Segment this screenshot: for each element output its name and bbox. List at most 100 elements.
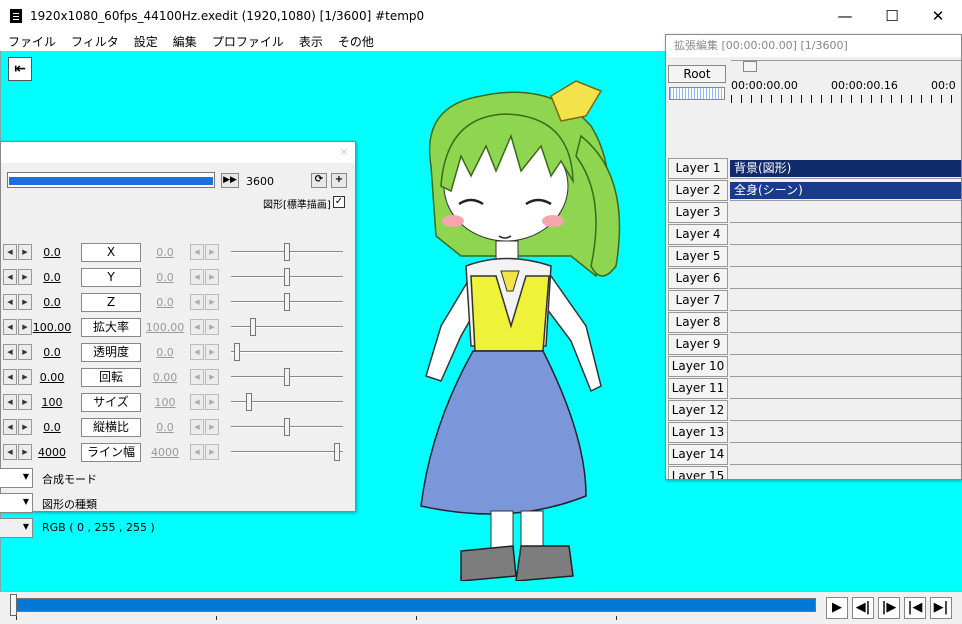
end-decrement-arrow[interactable]: ◀ bbox=[190, 319, 204, 335]
param-name-button[interactable]: 縦横比 bbox=[81, 418, 141, 437]
decrement-arrow[interactable]: ◀ bbox=[3, 294, 17, 310]
to-start-button[interactable]: |◀ bbox=[904, 597, 926, 619]
param-slider-thumb[interactable] bbox=[284, 418, 290, 436]
param-slider-thumb[interactable] bbox=[284, 293, 290, 311]
increment-arrow[interactable]: ▶ bbox=[18, 319, 32, 335]
layer-lane[interactable] bbox=[730, 378, 961, 399]
param-end-value[interactable]: 0.0 bbox=[145, 421, 185, 434]
param-start-value[interactable]: 0.0 bbox=[31, 421, 73, 434]
param-slider-thumb[interactable] bbox=[284, 268, 290, 286]
param-slider-track[interactable] bbox=[231, 351, 343, 353]
layer-lane[interactable] bbox=[730, 268, 961, 289]
end-decrement-arrow[interactable]: ◀ bbox=[190, 244, 204, 260]
fast-forward-button[interactable]: ▶▶ bbox=[221, 173, 239, 188]
param-slider-thumb[interactable] bbox=[284, 243, 290, 261]
layer-button[interactable]: Layer 10 bbox=[668, 356, 728, 377]
increment-arrow[interactable]: ▶ bbox=[18, 444, 32, 460]
decrement-arrow[interactable]: ◀ bbox=[3, 319, 17, 335]
timeline-scroll-thumb[interactable] bbox=[743, 61, 757, 72]
decrement-arrow[interactable]: ◀ bbox=[3, 394, 17, 410]
layer-button[interactable]: Layer 1 bbox=[668, 158, 728, 179]
layer-lane[interactable] bbox=[730, 224, 961, 245]
param-slider-thumb[interactable] bbox=[284, 368, 290, 386]
increment-arrow[interactable]: ▶ bbox=[18, 294, 32, 310]
layer-lane[interactable] bbox=[730, 422, 961, 443]
object-enabled-checkbox[interactable]: ✓ bbox=[333, 196, 345, 208]
increment-arrow[interactable]: ▶ bbox=[18, 394, 32, 410]
param-slider-thumb[interactable] bbox=[250, 318, 256, 336]
end-decrement-arrow[interactable]: ◀ bbox=[190, 369, 204, 385]
menu-file[interactable]: ファイル bbox=[8, 33, 56, 50]
param-end-value[interactable]: 100 bbox=[145, 396, 185, 409]
timeline-scrollbar[interactable] bbox=[731, 60, 961, 72]
param-end-value[interactable]: 0.0 bbox=[145, 346, 185, 359]
rotate-toggle-button[interactable]: ⟳ bbox=[311, 173, 327, 188]
layer-lane[interactable] bbox=[730, 334, 961, 355]
seek-track[interactable] bbox=[16, 598, 816, 612]
param-name-button[interactable]: 拡大率 bbox=[81, 318, 141, 337]
layer-button[interactable]: Layer 15 bbox=[668, 466, 728, 479]
layer-button[interactable]: Layer 13 bbox=[668, 422, 728, 443]
end-increment-arrow[interactable]: ▶ bbox=[205, 269, 219, 285]
param-name-button[interactable]: Y bbox=[81, 268, 141, 287]
param-name-button[interactable]: Z bbox=[81, 293, 141, 312]
layer-lane[interactable] bbox=[730, 290, 961, 311]
end-decrement-arrow[interactable]: ◀ bbox=[190, 344, 204, 360]
menu-settings[interactable]: 設定 bbox=[134, 33, 158, 50]
menu-profile[interactable]: プロファイル bbox=[212, 33, 284, 50]
layer-lane[interactable] bbox=[730, 400, 961, 421]
layer-button[interactable]: Layer 8 bbox=[668, 312, 728, 333]
param-start-value[interactable]: 100 bbox=[31, 396, 73, 409]
decrement-arrow[interactable]: ◀ bbox=[3, 419, 17, 435]
seek-thumb[interactable] bbox=[10, 594, 17, 616]
end-increment-arrow[interactable]: ▶ bbox=[205, 369, 219, 385]
back-to-start-button[interactable]: ⇤ bbox=[8, 57, 32, 81]
end-increment-arrow[interactable]: ▶ bbox=[205, 319, 219, 335]
add-filter-button[interactable]: + bbox=[331, 173, 347, 188]
layer-lane[interactable]: 背景(図形) bbox=[730, 158, 961, 179]
timeline-zoom-bar[interactable] bbox=[669, 87, 725, 100]
end-increment-arrow[interactable]: ▶ bbox=[205, 294, 219, 310]
param-name-button[interactable]: X bbox=[81, 243, 141, 262]
decrement-arrow[interactable]: ◀ bbox=[3, 369, 17, 385]
layer-lane[interactable] bbox=[730, 246, 961, 267]
layer-lane[interactable] bbox=[730, 312, 961, 333]
end-decrement-arrow[interactable]: ◀ bbox=[190, 294, 204, 310]
param-end-value[interactable]: 0.0 bbox=[145, 296, 185, 309]
layer-button[interactable]: Layer 6 bbox=[668, 268, 728, 289]
param-start-value[interactable]: 0.0 bbox=[31, 271, 73, 284]
decrement-arrow[interactable]: ◀ bbox=[3, 269, 17, 285]
param-end-value[interactable]: 4000 bbox=[145, 446, 185, 459]
end-decrement-arrow[interactable]: ◀ bbox=[190, 394, 204, 410]
end-decrement-arrow[interactable]: ◀ bbox=[190, 269, 204, 285]
decrement-arrow[interactable]: ◀ bbox=[3, 444, 17, 460]
layer-button[interactable]: Layer 2 bbox=[668, 180, 728, 201]
increment-arrow[interactable]: ▶ bbox=[18, 369, 32, 385]
next-frame-button[interactable]: |▶ bbox=[878, 597, 900, 619]
layer-lane[interactable] bbox=[730, 444, 961, 465]
layer-button[interactable]: Layer 14 bbox=[668, 444, 728, 465]
param-end-value[interactable]: 100.00 bbox=[145, 321, 185, 334]
layer-button[interactable]: Layer 9 bbox=[668, 334, 728, 355]
param-end-value[interactable]: 0.0 bbox=[145, 246, 185, 259]
param-name-button[interactable]: 透明度 bbox=[81, 343, 141, 362]
to-end-button[interactable]: ▶| bbox=[930, 597, 952, 619]
end-decrement-arrow[interactable]: ◀ bbox=[190, 444, 204, 460]
menu-other[interactable]: その他 bbox=[338, 33, 374, 50]
param-slider-thumb[interactable] bbox=[334, 443, 340, 461]
timeline-clip[interactable]: 全身(シーン) bbox=[730, 182, 961, 199]
end-increment-arrow[interactable]: ▶ bbox=[205, 444, 219, 460]
settings-close-button[interactable]: × bbox=[337, 145, 351, 159]
param-slider-thumb[interactable] bbox=[234, 343, 240, 361]
play-button[interactable]: ▶ bbox=[826, 597, 848, 619]
increment-arrow[interactable]: ▶ bbox=[18, 419, 32, 435]
menu-view[interactable]: 表示 bbox=[299, 33, 323, 50]
layer-lane[interactable] bbox=[730, 356, 961, 377]
param-slider-track[interactable] bbox=[231, 451, 343, 453]
end-decrement-arrow[interactable]: ◀ bbox=[190, 419, 204, 435]
layer-button[interactable]: Layer 5 bbox=[668, 246, 728, 267]
layer-lane[interactable]: 全身(シーン) bbox=[730, 180, 961, 201]
param-slider-thumb[interactable] bbox=[246, 393, 252, 411]
param-name-button[interactable]: 回転 bbox=[81, 368, 141, 387]
layer-lane[interactable] bbox=[730, 466, 961, 479]
